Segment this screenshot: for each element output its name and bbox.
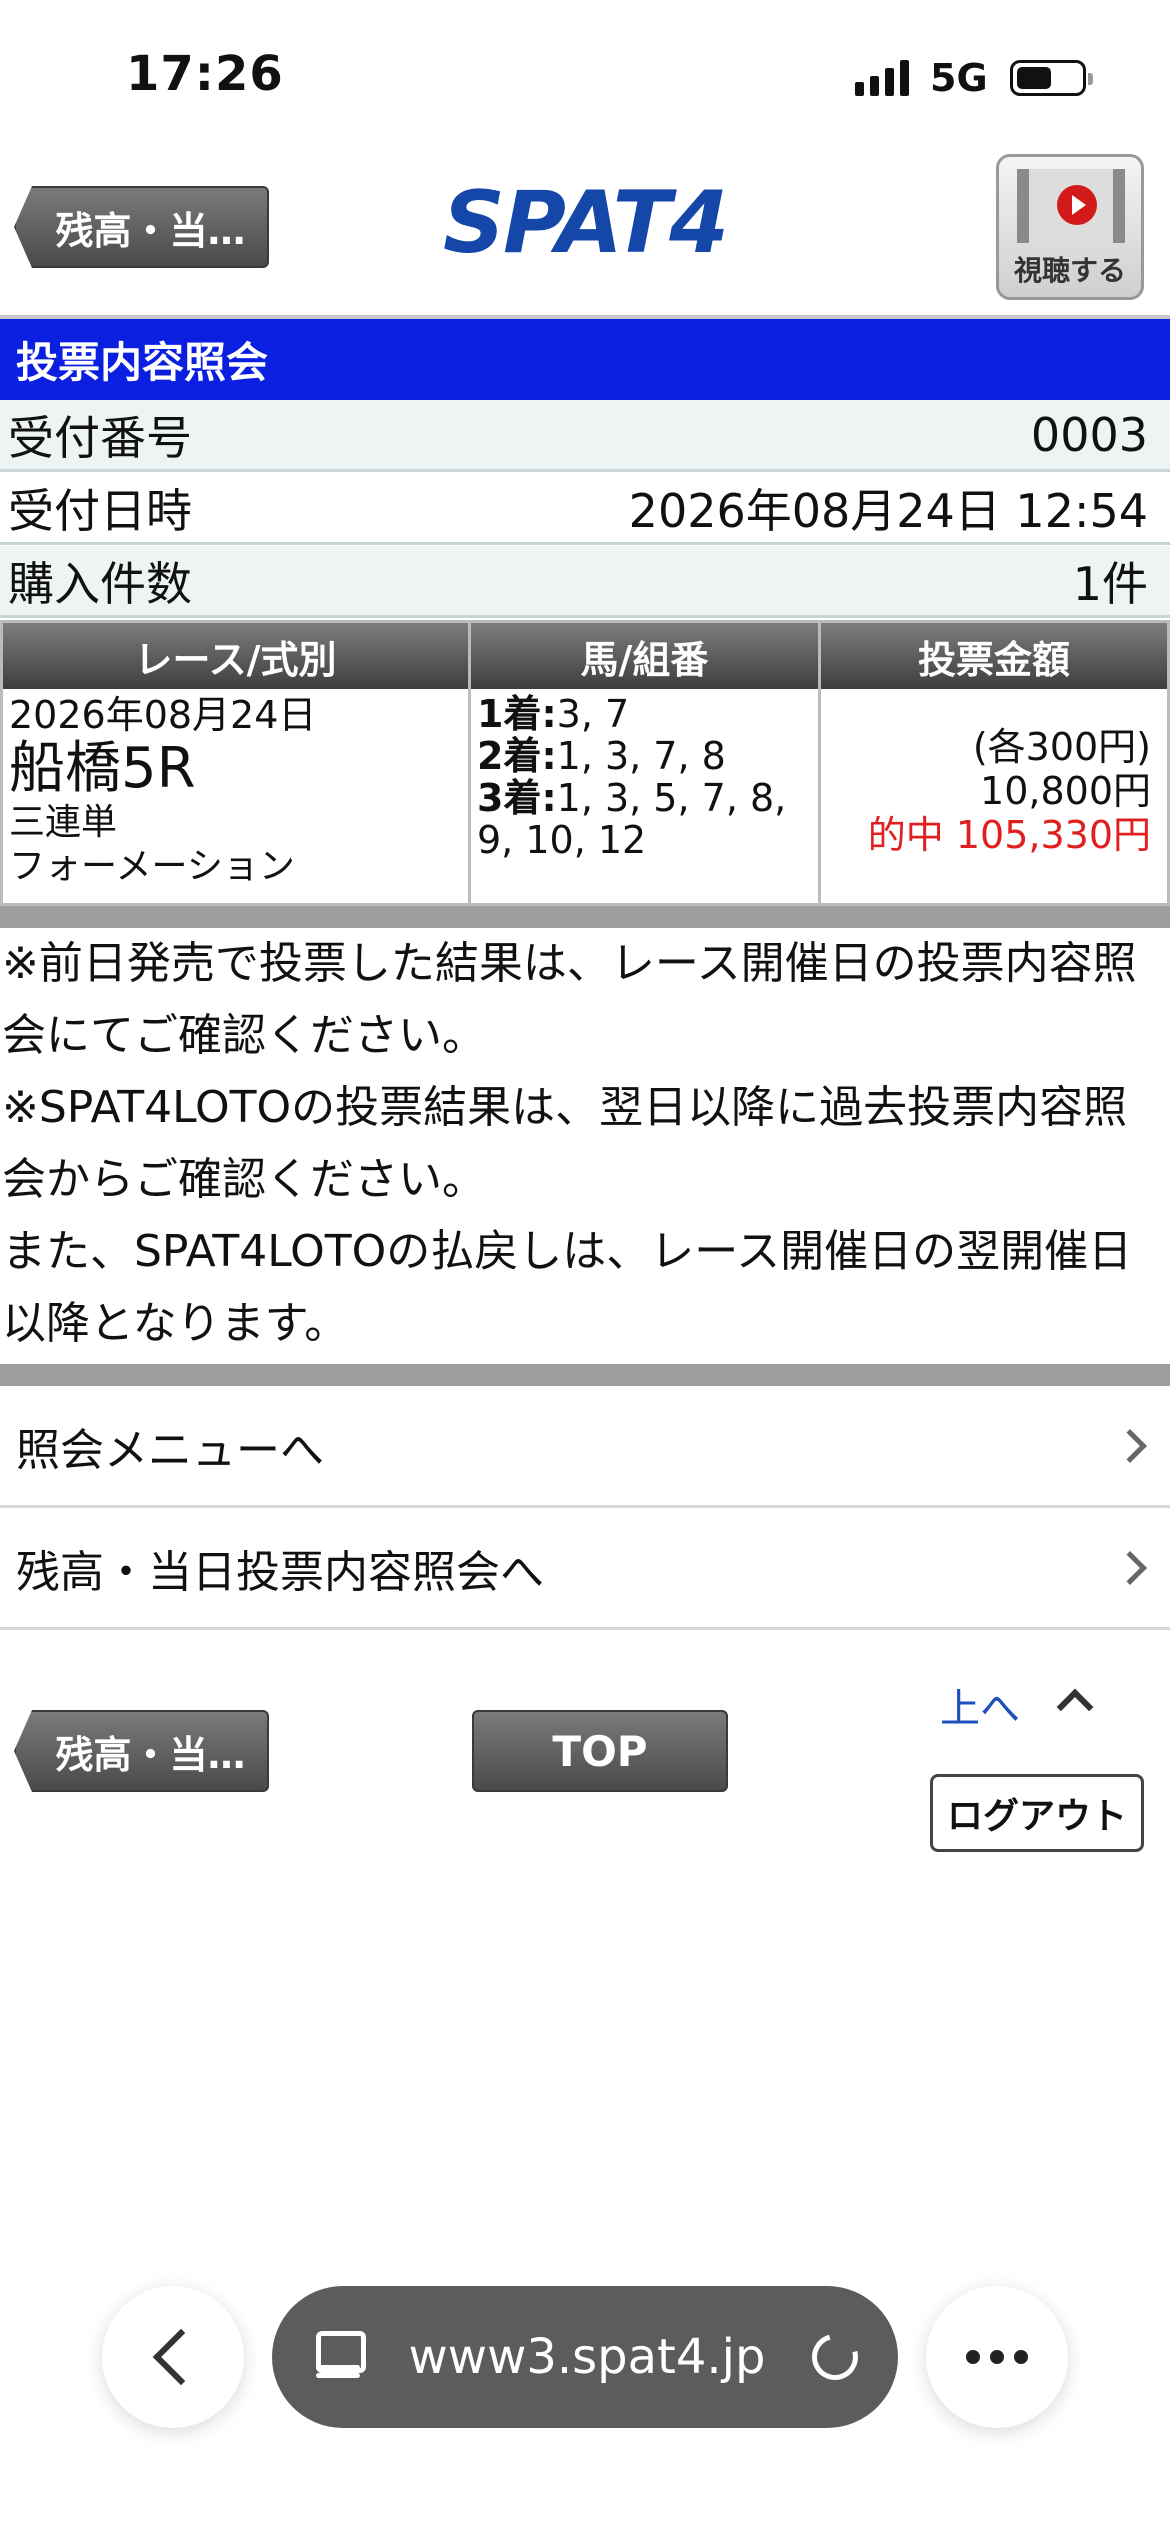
combo-line: 1着:3, 7 [477, 693, 812, 735]
page-title: 投票内容照会 [0, 315, 1170, 400]
spat4-logo[interactable]: SPAT4 [443, 173, 729, 273]
chevron-right-icon [1113, 1550, 1147, 1585]
combo-cell: 1着:3, 7 2着:1, 3, 7, 8 3着:1, 3, 5, 7, 8, … [471, 689, 821, 903]
payout-line: 的中 105,330円 [827, 813, 1151, 857]
logout-button[interactable]: ログアウト [930, 1774, 1144, 1852]
info-value: 1件 [1072, 556, 1148, 611]
column-header: 投票金額 [917, 637, 1070, 682]
horse-numbers: 3, 7 [556, 692, 630, 736]
place-label: 1着: [477, 692, 557, 736]
divider [0, 906, 1170, 928]
browser-back-button[interactable] [102, 2286, 244, 2428]
info-label: 受付番号 [8, 410, 192, 465]
menu-item-balance[interactable]: 残高・当日投票内容照会へ [0, 1508, 1170, 1630]
info-value: 2026年08月24日 12:54 [628, 483, 1148, 538]
table-header: レース/式別 馬/組番 投票金額 [3, 623, 1167, 689]
scroll-up-link[interactable]: 上へ [940, 1676, 1020, 1734]
network-label: 5G [930, 56, 988, 100]
bet-method: フォーメーション [9, 846, 295, 887]
watch-label: 視聴する [1013, 254, 1126, 287]
race-cell: 2026年08月24日 船橋5R 三連単 フォーメーション [3, 689, 471, 903]
url-text: www3.spat4.jp [408, 2329, 766, 2385]
status-time: 17:26 [126, 46, 284, 102]
battery-icon [1010, 60, 1093, 96]
chevron-up-icon[interactable] [1056, 1688, 1094, 1726]
more-icon [966, 2350, 1028, 2364]
film-icon [1017, 169, 1125, 243]
play-icon [1057, 185, 1097, 225]
bet-table: レース/式別 馬/組番 投票金額 2026年08月24日 船橋5R 三連単 フォ… [0, 620, 1170, 906]
place-label: 2着: [477, 734, 557, 778]
menu-label: 照会メニューへ [16, 1424, 324, 1476]
top-button[interactable]: TOP [472, 1710, 728, 1792]
unit-amount: (各300円) [972, 725, 1151, 769]
menu-item-inquiry[interactable]: 照会メニューへ [0, 1386, 1170, 1508]
info-row-count: 購入件数 1件 [0, 546, 1170, 618]
address-bar[interactable]: www3.spat4.jp [272, 2286, 898, 2428]
total-amount: 10,800円 [980, 769, 1151, 813]
site-header: 残高・当… SPAT4 視聴する [0, 150, 1170, 315]
menu-label: 残高・当日投票内容照会へ [16, 1546, 544, 1598]
divider [0, 1364, 1170, 1386]
info-row-receipt: 受付番号 0003 [0, 400, 1170, 472]
amount-cell: (各300円) 10,800円 的中 105,330円 [821, 689, 1167, 903]
combo-line: 2着:1, 3, 7, 8 [477, 735, 812, 777]
note-text: ※前日発売で投票した結果は、レース開催日の投票内容照会にてご確認ください。 [2, 938, 1137, 1061]
chevron-right-icon [1113, 1428, 1147, 1463]
hit-label: 的中 [867, 813, 944, 857]
info-label: 購入件数 [8, 556, 192, 611]
race-date: 2026年08月24日 [9, 693, 317, 737]
signal-icon [855, 60, 909, 96]
bet-type: 三連単 [9, 802, 118, 843]
watch-button[interactable]: 視聴する [996, 154, 1144, 300]
note-text: また、SPAT4LOTOの払戻しは、レース開催日の翌開催日以降となります。 [2, 1226, 1133, 1349]
column-header: 馬/組番 [471, 623, 821, 689]
horse-numbers: 1, 3, 7, 8 [556, 734, 726, 778]
race-name: 船橋5R [9, 736, 196, 801]
notes: ※前日発売で投票した結果は、レース開催日の投票内容照会にてご確認ください。 ※S… [0, 928, 1170, 1360]
payout-amount: 105,330円 [955, 813, 1151, 857]
reload-icon[interactable] [803, 2325, 867, 2389]
table-row: 2026年08月24日 船橋5R 三連単 フォーメーション 1着:3, 7 2着… [3, 689, 1167, 903]
info-value: 0003 [1030, 407, 1148, 462]
column-header: レース/式別 [3, 623, 471, 689]
note-text: ※SPAT4LOTOの投票結果は、翌日以降に過去投票内容照会からご確認ください。 [2, 1082, 1128, 1205]
back-button[interactable]: 残高・当… [14, 186, 269, 268]
status-bar: 17:26 5G [0, 0, 1170, 150]
info-label: 受付日時 [8, 483, 192, 538]
combo-line: 3着:1, 3, 5, 7, 8, 9, 10, 12 [477, 777, 812, 861]
info-row-datetime: 受付日時 2026年08月24日 12:54 [0, 473, 1170, 545]
tabs-icon[interactable] [312, 2327, 366, 2387]
chevron-left-icon [152, 2328, 210, 2386]
footer-back-button[interactable]: 残高・当… [14, 1710, 269, 1792]
more-button[interactable] [926, 2286, 1068, 2428]
place-label: 3着: [477, 776, 557, 820]
